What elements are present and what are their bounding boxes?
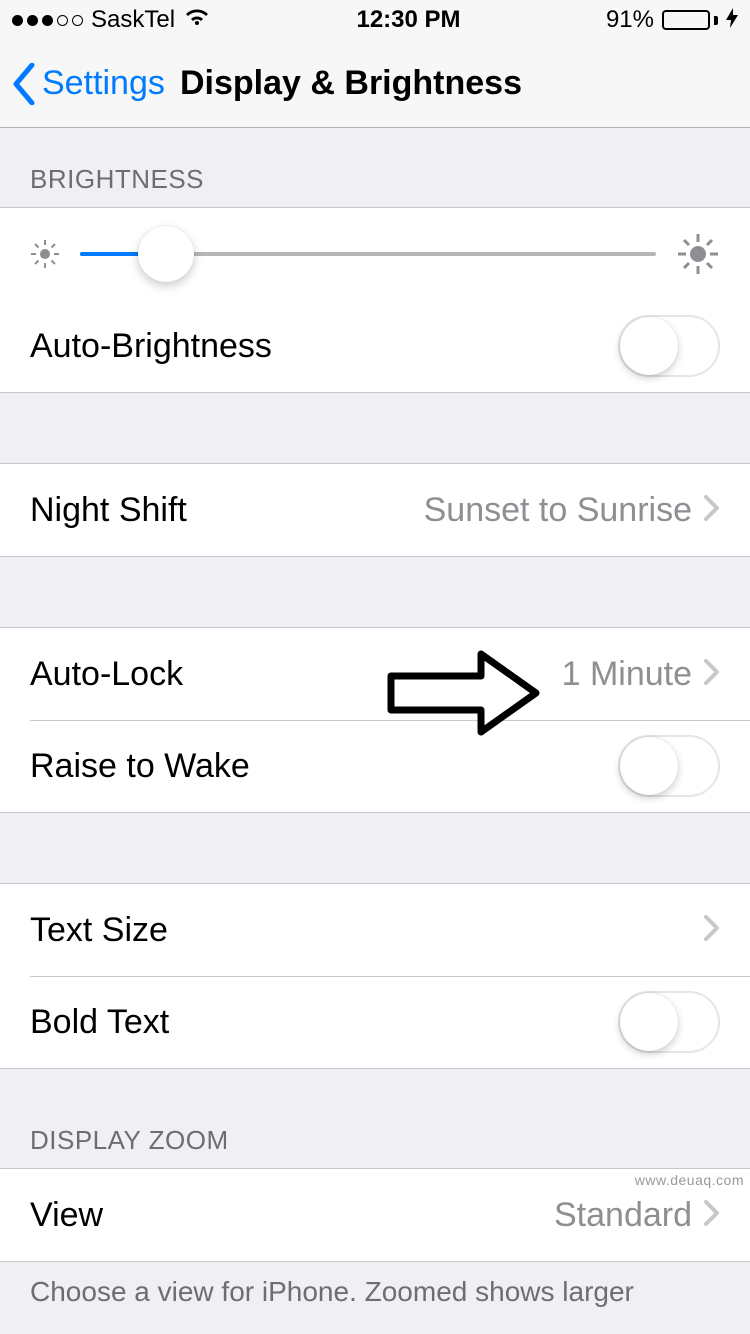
auto-brightness-row: Auto-Brightness bbox=[0, 300, 750, 392]
text-size-label: Text Size bbox=[30, 911, 168, 950]
night-shift-label: Night Shift bbox=[30, 491, 187, 530]
chevron-right-icon bbox=[704, 491, 720, 530]
text-size-row[interactable]: Text Size bbox=[0, 884, 750, 976]
brightness-slider-knob[interactable] bbox=[138, 226, 194, 282]
display-zoom-footer: Choose a view for iPhone. Zoomed shows l… bbox=[0, 1262, 750, 1308]
chevron-right-icon bbox=[704, 655, 720, 694]
clock: 12:30 PM bbox=[356, 6, 460, 34]
brightness-slider[interactable] bbox=[80, 252, 656, 256]
text-group: Text Size Bold Text bbox=[0, 883, 750, 1069]
section-header-display-zoom: DISPLAY ZOOM bbox=[0, 1069, 750, 1168]
bold-text-toggle[interactable] bbox=[618, 991, 720, 1053]
bold-text-label: Bold Text bbox=[30, 1003, 169, 1042]
carrier-label: SaskTel bbox=[91, 6, 175, 34]
raise-to-wake-label: Raise to Wake bbox=[30, 747, 250, 786]
back-label: Settings bbox=[42, 64, 165, 103]
raise-to-wake-row: Raise to Wake bbox=[0, 720, 750, 812]
night-shift-row[interactable]: Night Shift Sunset to Sunrise bbox=[0, 464, 750, 556]
wifi-icon bbox=[183, 6, 211, 34]
view-label: View bbox=[30, 1196, 103, 1235]
battery-percent: 91% bbox=[606, 6, 654, 34]
chevron-right-icon bbox=[704, 911, 720, 950]
sun-large-icon bbox=[676, 232, 720, 276]
auto-lock-value: 1 Minute bbox=[562, 655, 692, 694]
view-value: Standard bbox=[554, 1196, 692, 1235]
watermark: www.deuaq.com bbox=[635, 1172, 744, 1188]
chevron-right-icon bbox=[704, 1196, 720, 1235]
section-header-brightness: BRIGHTNESS bbox=[0, 128, 750, 207]
lock-group: Auto-Lock 1 Minute Raise to Wake bbox=[0, 627, 750, 813]
raise-to-wake-toggle[interactable] bbox=[618, 735, 720, 797]
charging-icon bbox=[726, 8, 738, 33]
auto-brightness-toggle[interactable] bbox=[618, 315, 720, 377]
chevron-left-icon bbox=[12, 63, 36, 105]
night-shift-group: Night Shift Sunset to Sunrise bbox=[0, 463, 750, 557]
page-title: Display & Brightness bbox=[180, 64, 522, 103]
signal-strength-icon bbox=[12, 15, 83, 26]
status-bar: SaskTel 12:30 PM 91% bbox=[0, 0, 750, 40]
auto-lock-label: Auto-Lock bbox=[30, 655, 183, 694]
brightness-group: Auto-Brightness bbox=[0, 207, 750, 393]
sun-small-icon bbox=[30, 239, 60, 269]
auto-lock-row[interactable]: Auto-Lock 1 Minute bbox=[0, 628, 750, 720]
auto-brightness-label: Auto-Brightness bbox=[30, 327, 272, 366]
brightness-slider-row bbox=[0, 208, 750, 300]
back-button[interactable]: Settings bbox=[12, 63, 165, 105]
night-shift-value: Sunset to Sunrise bbox=[424, 491, 692, 530]
navigation-bar: Settings Display & Brightness bbox=[0, 40, 750, 128]
battery-icon bbox=[662, 10, 718, 30]
bold-text-row: Bold Text bbox=[0, 976, 750, 1068]
